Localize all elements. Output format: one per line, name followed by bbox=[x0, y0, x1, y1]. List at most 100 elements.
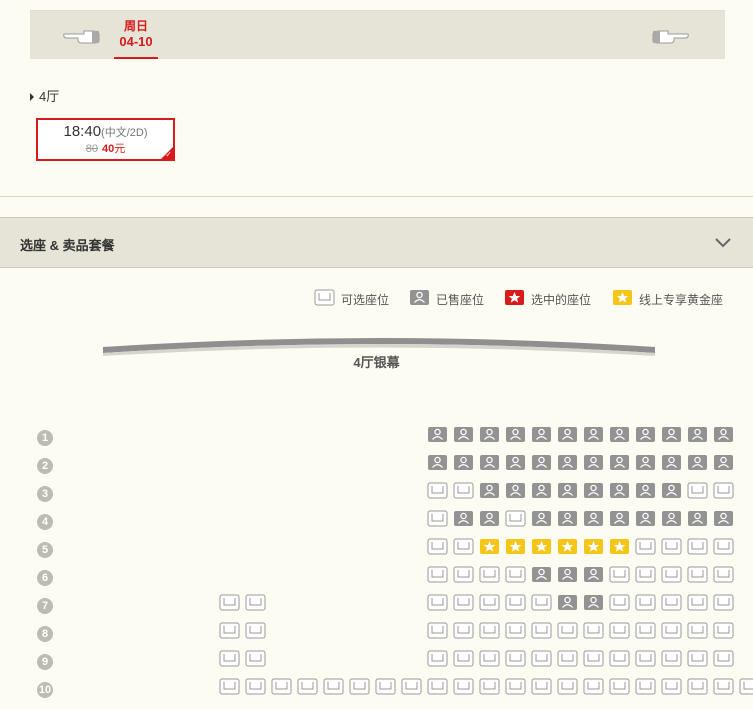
available-seat[interactable] bbox=[687, 566, 708, 583]
available-seat[interactable] bbox=[609, 594, 630, 611]
available-seat[interactable] bbox=[557, 650, 578, 667]
available-seat[interactable] bbox=[505, 594, 526, 611]
available-seat[interactable] bbox=[401, 678, 422, 695]
available-seat[interactable] bbox=[505, 650, 526, 667]
available-seat[interactable] bbox=[713, 538, 734, 555]
golden-seat[interactable] bbox=[583, 538, 604, 555]
available-seat[interactable] bbox=[531, 678, 552, 695]
available-seat[interactable] bbox=[661, 678, 682, 695]
available-seat[interactable] bbox=[531, 594, 552, 611]
available-seat[interactable] bbox=[349, 678, 370, 695]
available-seat[interactable] bbox=[557, 678, 578, 695]
available-seat[interactable] bbox=[427, 566, 448, 583]
available-seat[interactable] bbox=[713, 650, 734, 667]
golden-seat[interactable] bbox=[609, 538, 630, 555]
available-seat[interactable] bbox=[219, 594, 240, 611]
available-seat[interactable] bbox=[479, 678, 500, 695]
golden-seat[interactable] bbox=[479, 538, 500, 555]
available-seat[interactable] bbox=[453, 650, 474, 667]
available-seat[interactable] bbox=[427, 650, 448, 667]
available-seat[interactable] bbox=[219, 678, 240, 695]
showtime-option-selected[interactable]: 18:40(中文/2D) 80 40元 ✓ bbox=[36, 118, 175, 161]
available-seat[interactable] bbox=[635, 678, 656, 695]
available-seat[interactable] bbox=[219, 622, 240, 639]
available-seat[interactable] bbox=[453, 482, 474, 499]
sold-seat bbox=[609, 426, 630, 443]
available-seat[interactable] bbox=[505, 622, 526, 639]
available-seat[interactable] bbox=[609, 622, 630, 639]
available-seat[interactable] bbox=[453, 594, 474, 611]
available-seat[interactable] bbox=[479, 566, 500, 583]
sold-seat bbox=[635, 426, 656, 443]
available-seat[interactable] bbox=[427, 622, 448, 639]
available-seat[interactable] bbox=[427, 678, 448, 695]
seat-section-header[interactable]: 选座 & 卖品套餐 bbox=[0, 217, 753, 268]
sold-seat bbox=[427, 454, 448, 471]
available-seat[interactable] bbox=[505, 566, 526, 583]
available-seat[interactable] bbox=[453, 566, 474, 583]
sold-seat bbox=[531, 454, 552, 471]
available-seat[interactable] bbox=[635, 566, 656, 583]
available-seat[interactable] bbox=[375, 678, 396, 695]
available-seat[interactable] bbox=[453, 678, 474, 695]
available-seat[interactable] bbox=[687, 594, 708, 611]
available-seat[interactable] bbox=[557, 622, 578, 639]
available-seat[interactable] bbox=[635, 622, 656, 639]
available-seat[interactable] bbox=[687, 538, 708, 555]
available-seat[interactable] bbox=[427, 538, 448, 555]
available-seat[interactable] bbox=[453, 538, 474, 555]
available-seat[interactable] bbox=[635, 594, 656, 611]
available-seat[interactable] bbox=[479, 650, 500, 667]
available-seat[interactable] bbox=[661, 594, 682, 611]
available-seat[interactable] bbox=[531, 650, 552, 667]
available-seat[interactable] bbox=[609, 650, 630, 667]
available-seat[interactable] bbox=[713, 566, 734, 583]
available-seat[interactable] bbox=[583, 650, 604, 667]
date-tab-selected[interactable]: 周日 04-10 bbox=[114, 11, 158, 59]
available-seat[interactable] bbox=[219, 650, 240, 667]
available-seat[interactable] bbox=[713, 482, 734, 499]
available-seat[interactable] bbox=[271, 678, 292, 695]
available-seat[interactable] bbox=[583, 678, 604, 695]
available-seat[interactable] bbox=[687, 650, 708, 667]
available-seat[interactable] bbox=[583, 622, 604, 639]
available-seat[interactable] bbox=[427, 482, 448, 499]
next-date-hand-icon[interactable] bbox=[650, 28, 690, 49]
available-seat[interactable] bbox=[479, 622, 500, 639]
available-seat[interactable] bbox=[661, 538, 682, 555]
available-seat[interactable] bbox=[635, 538, 656, 555]
row-number-4: 4 bbox=[37, 514, 53, 530]
available-seat[interactable] bbox=[245, 594, 266, 611]
available-seat[interactable] bbox=[661, 566, 682, 583]
available-seat[interactable] bbox=[505, 678, 526, 695]
chevron-down-icon[interactable] bbox=[714, 236, 732, 254]
available-seat[interactable] bbox=[323, 678, 344, 695]
available-seat[interactable] bbox=[297, 678, 318, 695]
available-seat[interactable] bbox=[687, 482, 708, 499]
prev-date-hand-icon[interactable] bbox=[62, 28, 102, 49]
available-seat[interactable] bbox=[453, 622, 474, 639]
available-seat[interactable] bbox=[739, 678, 753, 695]
available-seat[interactable] bbox=[687, 678, 708, 695]
golden-seat[interactable] bbox=[505, 538, 526, 555]
sold-seat bbox=[713, 510, 734, 527]
available-seat[interactable] bbox=[245, 622, 266, 639]
available-seat[interactable] bbox=[713, 622, 734, 639]
available-seat[interactable] bbox=[713, 678, 734, 695]
available-seat[interactable] bbox=[479, 594, 500, 611]
available-seat[interactable] bbox=[427, 510, 448, 527]
available-seat[interactable] bbox=[661, 622, 682, 639]
available-seat[interactable] bbox=[245, 678, 266, 695]
golden-seat[interactable] bbox=[531, 538, 552, 555]
available-seat[interactable] bbox=[531, 622, 552, 639]
available-seat[interactable] bbox=[505, 510, 526, 527]
available-seat[interactable] bbox=[609, 566, 630, 583]
available-seat[interactable] bbox=[609, 678, 630, 695]
golden-seat[interactable] bbox=[557, 538, 578, 555]
available-seat[interactable] bbox=[427, 594, 448, 611]
available-seat[interactable] bbox=[245, 650, 266, 667]
available-seat[interactable] bbox=[687, 622, 708, 639]
available-seat[interactable] bbox=[661, 650, 682, 667]
available-seat[interactable] bbox=[713, 594, 734, 611]
available-seat[interactable] bbox=[635, 650, 656, 667]
